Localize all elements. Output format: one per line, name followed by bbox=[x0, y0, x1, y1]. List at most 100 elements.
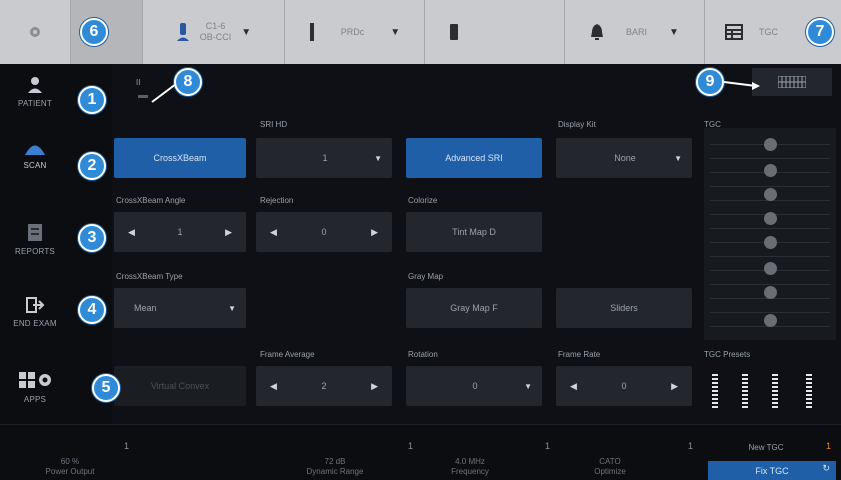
frame-average-value: 2 bbox=[321, 381, 327, 391]
arrow-left-icon[interactable]: ◀ bbox=[570, 381, 577, 392]
probe-thin-icon bbox=[309, 23, 314, 41]
sidebar-item-apps[interactable]: APPS bbox=[0, 370, 70, 404]
crossxbeam-angle-label: CrossXBeam Angle bbox=[116, 196, 186, 205]
chevron-down-icon: ▼ bbox=[390, 26, 401, 38]
tgc-panel[interactable] bbox=[704, 128, 836, 340]
advanced-sri-button[interactable]: Advanced SRI bbox=[406, 138, 542, 178]
new-tgc-button[interactable]: New TGC bbox=[716, 443, 816, 453]
rejection-value: 0 bbox=[321, 227, 327, 237]
gear-icon bbox=[30, 27, 40, 37]
sidebar-item-reports[interactable]: REPORTS bbox=[0, 222, 70, 256]
sidebar-item-patient[interactable]: PATIENT bbox=[0, 76, 70, 108]
callout-badge: 3 bbox=[78, 224, 106, 252]
crossxbeam-type-label: CrossXBeam Type bbox=[116, 272, 183, 281]
arrow-right-icon[interactable]: ▶ bbox=[371, 227, 378, 238]
tgc-top-label: TGC bbox=[759, 26, 778, 37]
tgc-slider-knob[interactable] bbox=[764, 164, 777, 177]
probe-name: C1-6 bbox=[205, 21, 226, 31]
tgc-slider-knob[interactable] bbox=[764, 286, 777, 299]
top-bar: C1-6 OB-CCI ▼ PRDc ▼ BARI ▼ TGC bbox=[0, 0, 841, 64]
sidebar-item-label: PATIENT bbox=[18, 99, 52, 108]
arrow-left-icon[interactable]: ◀ bbox=[270, 381, 277, 392]
rotary-marker: 1 bbox=[826, 441, 832, 451]
rotary-marker: 1 bbox=[545, 441, 551, 451]
bari-label: BARI bbox=[626, 26, 648, 37]
frequency[interactable]: 4.0 MHz Frequency bbox=[430, 457, 510, 477]
callout-badge: 6 bbox=[80, 18, 108, 46]
arrow-right-icon[interactable]: ▶ bbox=[371, 381, 378, 392]
device-button[interactable] bbox=[424, 0, 564, 64]
bari-selector[interactable]: BARI ▼ bbox=[564, 0, 704, 64]
tgc-slider-knob[interactable] bbox=[764, 188, 777, 201]
chevron-down-icon: ▼ bbox=[669, 26, 679, 38]
bell-icon bbox=[591, 24, 604, 40]
callout-badge: 5 bbox=[92, 374, 120, 402]
end-exam-icon bbox=[26, 297, 45, 313]
page-dots bbox=[138, 95, 148, 98]
preset-selector[interactable]: PRDc ▼ bbox=[284, 0, 424, 64]
arrow-left-icon[interactable]: ◀ bbox=[270, 227, 277, 238]
display-kit-value: None bbox=[614, 153, 636, 163]
virtual-convex-button[interactable]: Virtual Convex bbox=[114, 366, 246, 406]
crossxbeam-type-value: Mean bbox=[134, 303, 157, 313]
gray-map-sliders-button[interactable]: Sliders bbox=[556, 288, 692, 328]
probe-sub: OB-CCI bbox=[199, 32, 232, 42]
rotary-marker: 1 bbox=[124, 441, 130, 451]
fix-tgc-label: Fix TGC bbox=[755, 465, 789, 476]
callout-badge: 4 bbox=[78, 296, 106, 324]
page-indicator[interactable]: II bbox=[136, 78, 140, 87]
preset-label: PRDc bbox=[340, 26, 365, 37]
rejection-label: Rejection bbox=[260, 196, 294, 205]
tgc-preset-4[interactable] bbox=[806, 374, 812, 410]
arrow-left-icon[interactable]: ◀ bbox=[128, 227, 135, 238]
tgc-slider-knob[interactable] bbox=[764, 262, 777, 275]
callout-badge: 9 bbox=[696, 68, 724, 96]
sidebar-item-scan[interactable]: SCAN bbox=[0, 140, 70, 170]
grid-icon bbox=[778, 76, 806, 88]
gray-map-button[interactable]: Gray Map F bbox=[406, 288, 542, 328]
tgc-preset-1[interactable] bbox=[712, 374, 718, 410]
table-icon bbox=[725, 24, 743, 40]
arrow-right-icon[interactable]: ▶ bbox=[671, 381, 678, 392]
chevron-down-icon: ▼ bbox=[228, 303, 236, 313]
display-kit-dropdown[interactable]: None ▼ bbox=[556, 138, 692, 178]
frame-average-stepper[interactable]: ◀ 2 ▶ bbox=[256, 366, 392, 406]
sidebar-item-label: REPORTS bbox=[15, 247, 55, 256]
colorize-label: Colorize bbox=[408, 196, 438, 205]
tgc-presets-label: TGC Presets bbox=[704, 350, 751, 359]
fix-tgc-button[interactable]: Fix TGC ↻ bbox=[708, 461, 836, 480]
display-kit-label: Display Kit bbox=[558, 120, 596, 129]
sri-hd-value: 1 bbox=[322, 153, 328, 163]
rotation-value: 0 bbox=[472, 381, 478, 391]
power-output[interactable]: 60 % Power Output bbox=[30, 457, 110, 477]
callout-badge: 1 bbox=[78, 86, 106, 114]
tgc-slider-knob[interactable] bbox=[764, 212, 777, 225]
colorize-button[interactable]: Tint Map D bbox=[406, 212, 542, 252]
dynamic-range[interactable]: 72 dB Dynamic Range bbox=[290, 457, 380, 477]
frame-average-label: Frame Average bbox=[260, 350, 315, 359]
callout-badge: 7 bbox=[806, 18, 834, 46]
probe-selector[interactable]: C1-6 OB-CCI ▼ bbox=[142, 0, 284, 64]
tgc-preset-3[interactable] bbox=[772, 374, 778, 410]
crossxbeam-button[interactable]: CrossXBeam bbox=[114, 138, 246, 178]
chevron-down-icon: ▼ bbox=[524, 381, 532, 391]
gray-map-label: Gray Map bbox=[408, 272, 444, 281]
view-toggle[interactable] bbox=[752, 68, 832, 96]
sri-hd-dropdown[interactable]: 1 ▼ bbox=[256, 138, 392, 178]
callout-arrow bbox=[151, 83, 177, 103]
rejection-stepper[interactable]: ◀ 0 ▶ bbox=[256, 212, 392, 252]
rotation-label: Rotation bbox=[408, 350, 438, 359]
tgc-slider-knob[interactable] bbox=[764, 236, 777, 249]
tgc-slider-knob[interactable] bbox=[764, 314, 777, 327]
arrow-right-icon[interactable]: ▶ bbox=[225, 227, 232, 238]
optimize[interactable]: CATO Optimize bbox=[570, 457, 650, 477]
sidebar-item-end-exam[interactable]: END EXAM bbox=[0, 296, 70, 328]
crossxbeam-angle-value: 1 bbox=[177, 227, 183, 237]
tgc-preset-2[interactable] bbox=[742, 374, 748, 410]
settings-button[interactable] bbox=[0, 0, 70, 64]
crossxbeam-angle-stepper[interactable]: ◀ 1 ▶ bbox=[114, 212, 246, 252]
rotation-dropdown[interactable]: 0 ▼ bbox=[406, 366, 542, 406]
frame-rate-stepper[interactable]: ◀ 0 ▶ bbox=[556, 366, 692, 406]
tgc-slider-knob[interactable] bbox=[764, 138, 777, 151]
crossxbeam-type-dropdown[interactable]: Mean ▼ bbox=[114, 288, 246, 328]
